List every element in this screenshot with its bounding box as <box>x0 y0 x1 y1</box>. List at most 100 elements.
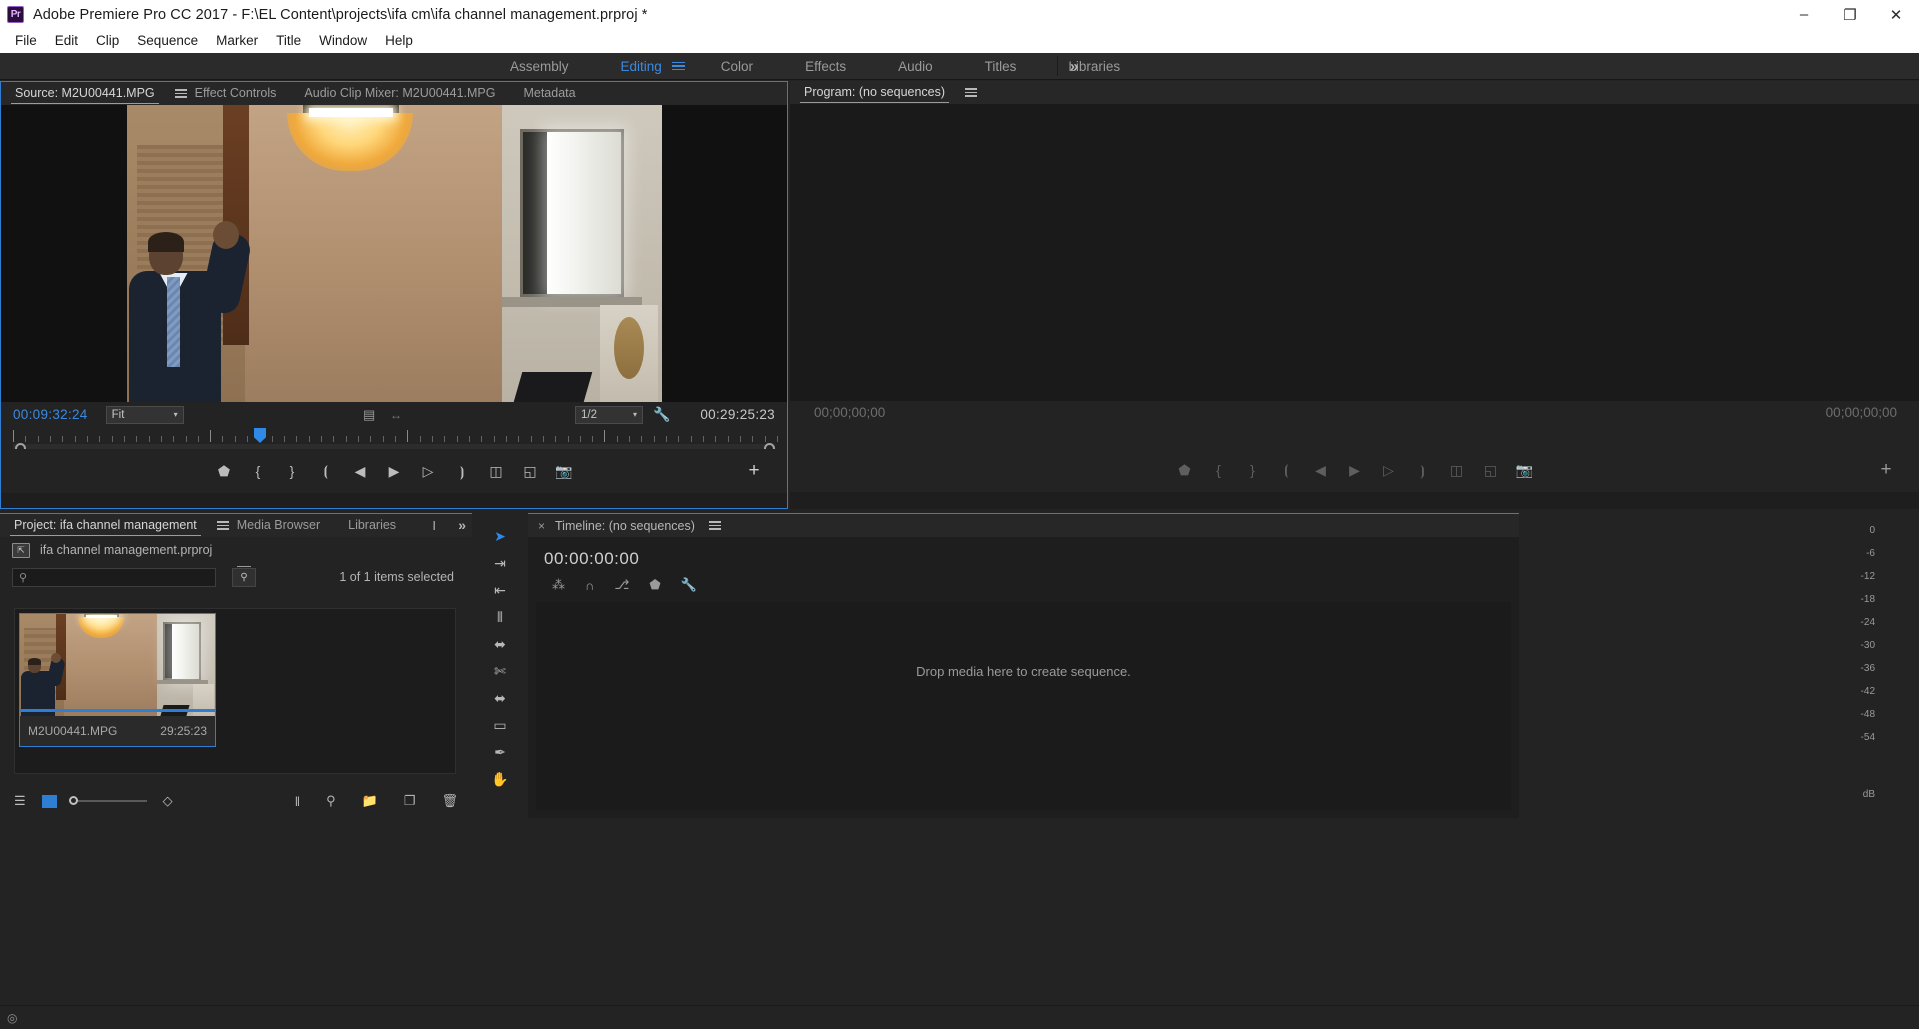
project-clip-item[interactable]: M2U00441.MPG 29:25:23 <box>19 613 216 747</box>
rolling-edit-tool[interactable]: ⦀ <box>486 604 514 631</box>
source-step-forward-button[interactable]: ▷ <box>411 456 445 486</box>
rate-stretch-tool[interactable]: ⬌ <box>486 631 514 658</box>
program-step-forward-button[interactable]: ▷ <box>1372 455 1406 485</box>
timeline-timecode[interactable]: 00:00:00:00 <box>528 537 1519 569</box>
source-duration-timecode[interactable]: 00:29:25:23 <box>700 407 775 422</box>
add-marker-icon[interactable]: ⬟ <box>649 577 660 593</box>
track-select-forward-tool[interactable]: ⇥ <box>486 550 514 577</box>
program-add-marker-button[interactable]: ⬟ <box>1168 455 1202 485</box>
project-search-input[interactable]: ⚲ <box>12 567 216 587</box>
project-filter-button[interactable]: ⚲ <box>232 565 256 587</box>
nest-toggle-icon[interactable]: ⁂ <box>552 577 565 593</box>
source-video-view[interactable] <box>1 105 787 402</box>
menu-marker[interactable]: Marker <box>207 31 267 50</box>
folder-up-icon[interactable]: ⇱ <box>12 542 30 558</box>
source-play-stop-button[interactable]: ▶ <box>377 456 411 486</box>
source-export-frame-button[interactable]: 📷 <box>547 456 581 486</box>
workspace-overflow-icon[interactable]: » <box>1070 58 1078 75</box>
menu-file[interactable]: File <box>6 31 46 50</box>
slip-tool[interactable]: ⬌ <box>486 685 514 712</box>
automate-to-sequence-icon[interactable]: ‖ <box>295 794 300 809</box>
tab-audio-clip-mixer[interactable]: Audio Clip Mixer: M2U00441.MPG <box>290 82 509 105</box>
menu-edit[interactable]: Edit <box>46 31 87 50</box>
hand-tool[interactable]: ✋ <box>486 766 514 793</box>
timeline-settings-wrench-icon[interactable]: 🔧 <box>681 577 697 593</box>
source-fit-dropdown[interactable]: Fit ▾ <box>105 405 184 424</box>
settings-wrench-icon[interactable]: 🔧 <box>653 406 670 423</box>
project-overflow-icon[interactable]: » <box>458 517 466 533</box>
tab-source[interactable]: Source: M2U00441.MPG <box>1 82 169 105</box>
timeline-drop-area[interactable] <box>536 602 1511 810</box>
workspace-tab-effects[interactable]: Effects <box>779 53 872 80</box>
source-add-marker-button[interactable]: ⬟ <box>207 456 241 486</box>
source-scrubber[interactable] <box>1 427 787 454</box>
razor-tool[interactable]: ✄ <box>486 658 514 685</box>
tab-project[interactable]: Project: ifa channel management <box>0 514 211 537</box>
project-item-list[interactable]: M2U00441.MPG 29:25:23 <box>14 608 456 774</box>
tab-effect-controls[interactable]: Effect Controls <box>181 82 291 105</box>
sort-icon[interactable]: ◇ <box>163 793 173 809</box>
program-go-to-in-button[interactable]: ⦗ <box>1270 455 1304 485</box>
source-current-timecode[interactable]: 00:09:32:24 <box>13 407 88 422</box>
source-go-to-out-button[interactable]: ⦘ <box>445 456 479 486</box>
project-panel-menu-icon[interactable] <box>211 521 229 530</box>
tab-libraries[interactable]: Libraries <box>334 514 410 537</box>
program-play-stop-button[interactable]: ▶ <box>1338 455 1372 485</box>
program-mark-in-button[interactable]: { <box>1202 455 1236 485</box>
close-icon[interactable]: × <box>538 519 545 533</box>
workspace-tab-color[interactable]: Color <box>695 53 779 80</box>
program-video-view[interactable] <box>790 104 1919 401</box>
source-insert-button[interactable]: ◫ <box>479 456 513 486</box>
menu-title[interactable]: Title <box>267 31 310 50</box>
program-go-to-out-button[interactable]: ⦘ <box>1406 455 1440 485</box>
selection-tool[interactable]: ➤ <box>486 523 514 550</box>
thumbnail-zoom-slider[interactable] <box>68 794 147 808</box>
source-mark-in-button[interactable]: { <box>241 456 275 486</box>
pen-tool[interactable]: ✒ <box>486 739 514 766</box>
source-panel-menu-icon[interactable] <box>169 89 187 98</box>
linked-selection-toggle-icon[interactable]: ⎇ <box>614 577 629 593</box>
audio-meter-bars[interactable] <box>1881 527 1899 784</box>
new-bin-icon[interactable]: 📁 <box>362 793 378 809</box>
timeline-tab-label[interactable]: Timeline: (no sequences) <box>555 519 695 533</box>
find-icon[interactable]: ⚲ <box>326 793 336 809</box>
program-current-timecode[interactable]: 00;00;00;00 <box>814 405 885 420</box>
program-mark-out-button[interactable]: } <box>1236 455 1270 485</box>
timeline-panel-menu-icon[interactable] <box>708 521 721 530</box>
source-overwrite-button[interactable]: ◱ <box>513 456 547 486</box>
menu-window[interactable]: Window <box>310 31 376 50</box>
ripple-edit-tool[interactable]: ⇤ <box>486 577 514 604</box>
close-button[interactable]: ✕ <box>1873 0 1919 29</box>
source-resolution-dropdown[interactable]: 1/2 ▾ <box>575 405 643 424</box>
program-export-frame-button[interactable]: 📷 <box>1508 455 1542 485</box>
new-item-icon[interactable]: ❐ <box>404 793 416 809</box>
program-lift-button[interactable]: ◫ <box>1440 455 1474 485</box>
minimize-button[interactable]: – <box>1781 0 1827 29</box>
delete-icon[interactable]: 🗑 <box>441 793 458 809</box>
source-button-editor[interactable]: + <box>737 456 771 486</box>
maximize-button[interactable]: ❐ <box>1827 0 1873 29</box>
slide-tool[interactable]: ▭ <box>486 712 514 739</box>
source-go-to-in-button[interactable]: ⦗ <box>309 456 343 486</box>
tab-metadata[interactable]: Metadata <box>509 82 589 105</box>
status-indicator-icon[interactable]: ◎ <box>7 1011 17 1025</box>
menu-help[interactable]: Help <box>376 31 422 50</box>
source-step-back-button[interactable]: ◀ <box>343 456 377 486</box>
source-mark-out-button[interactable]: } <box>275 456 309 486</box>
program-extract-button[interactable]: ◱ <box>1474 455 1508 485</box>
tab-media-browser[interactable]: Media Browser <box>223 514 334 537</box>
workspace-tab-titles[interactable]: Titles <box>959 53 1043 80</box>
tab-program[interactable]: Program: (no sequences) <box>790 81 959 104</box>
menu-clip[interactable]: Clip <box>87 31 128 50</box>
icon-view-button[interactable] <box>41 794 57 808</box>
workspace-tab-audio[interactable]: Audio <box>872 53 959 80</box>
program-button-editor[interactable]: + <box>1869 455 1903 485</box>
list-view-icon[interactable]: ☰ <box>14 793 26 809</box>
program-panel-menu-icon[interactable] <box>959 88 978 97</box>
drag-handle-icon[interactable]: ↔ <box>390 408 402 422</box>
program-scrubber[interactable] <box>790 426 1919 448</box>
workspace-menu-icon[interactable] <box>671 61 685 71</box>
film-strip-icon[interactable]: ▤ <box>363 407 375 423</box>
program-duration-timecode[interactable]: 00;00;00;00 <box>1826 405 1897 420</box>
workspace-tab-assembly[interactable]: Assembly <box>484 53 595 80</box>
